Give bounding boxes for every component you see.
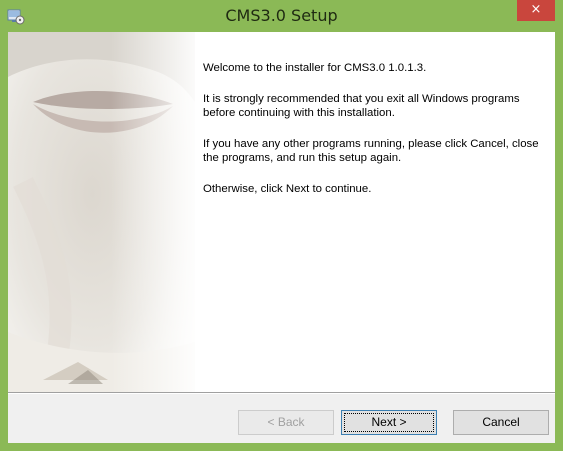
title-bar[interactable]: CMS3.0 Setup × <box>0 0 563 32</box>
setup-window: CMS3.0 Setup × Welcome to the installer … <box>0 0 563 451</box>
next-instruction-text: Otherwise, click Next to continue. <box>203 183 372 195</box>
close-icon: × <box>530 2 542 17</box>
dialog-client-area: Welcome to the installer for CMS3.0 1.0.… <box>8 32 555 443</box>
welcome-text: Welcome to the installer for CMS3.0 1.0.… <box>203 62 427 74</box>
side-banner-image <box>8 32 195 392</box>
next-button[interactable]: Next > <box>341 410 437 435</box>
recommendation-text: It is strongly recommended that you exit… <box>203 93 520 119</box>
cancel-instruction-text: If you have any other programs running, … <box>203 138 539 164</box>
back-button[interactable]: < Back <box>238 410 334 435</box>
back-button-label: < Back <box>267 415 305 429</box>
next-button-label: Next > <box>371 415 407 429</box>
window-title: CMS3.0 Setup <box>225 6 338 25</box>
separator <box>8 392 555 394</box>
cancel-button-label: Cancel <box>482 415 520 429</box>
cancel-button[interactable]: Cancel <box>453 410 549 435</box>
welcome-panel: Welcome to the installer for CMS3.0 1.0.… <box>195 32 555 392</box>
close-button[interactable]: × <box>517 0 555 21</box>
